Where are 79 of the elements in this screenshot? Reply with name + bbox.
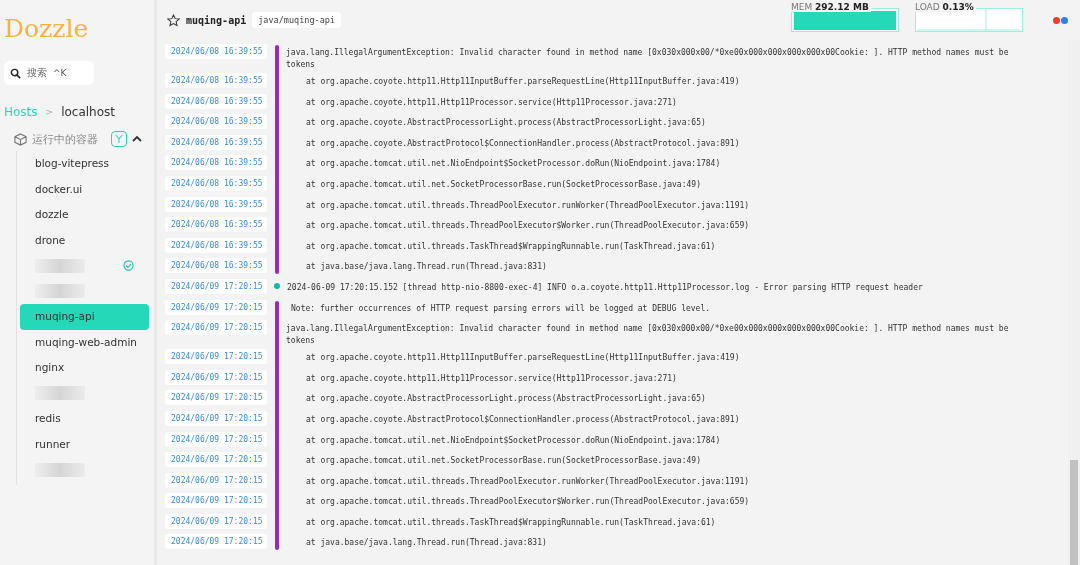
search-placeholder: 搜索 xyxy=(27,66,47,80)
log-line: at org.apache.tomcat.util.net.NioEndpoint$SocketProcessor.doRun(NioEndpoint.java:1784) xyxy=(305,434,722,447)
log-timestamp: 2024/06/08 16:39:55 xyxy=(165,44,267,59)
container-item[interactable]: muqing-web-admin xyxy=(20,329,154,355)
log-line: Note: further occurrences of HTTP request parsing errors will be logged at DEBUG level. xyxy=(290,302,712,315)
blurred-block xyxy=(35,462,85,477)
log-line: at java.base/java.lang.Thread.run(Thread.java:831) xyxy=(305,261,548,274)
box-icon xyxy=(14,132,27,146)
log-line: at org.apache.tomcat.util.threads.ThreadPoolExecutor.runWorker(ThreadPoolExecutor.java:1191) xyxy=(305,475,751,488)
log-timestamp: 2024/06/09 17:20:15 xyxy=(165,369,267,385)
log-timestamp: 2024/06/09 17:20:15 xyxy=(165,513,267,529)
breadcrumb-separator: > xyxy=(45,107,54,117)
log-line: at org.apache.coyote.http11.Http11Processor.service(Http11Processor.java:271) xyxy=(305,96,678,109)
section-title: 运行中的容器 xyxy=(32,131,98,147)
log-line: at org.apache.coyote.http11.Http11InputBuffer.parseRequestLine(Http11InputBuffer.java:419) xyxy=(305,352,741,365)
log-timestamp: 2024/06/08 16:39:55 xyxy=(165,196,267,212)
log-timestamp: 2024/06/08 16:39:55 xyxy=(165,258,267,274)
container-item[interactable]: redis xyxy=(20,406,154,432)
search-icon xyxy=(10,67,21,79)
log-timestamp: 2024/06/09 17:20:15 xyxy=(165,320,267,336)
image-tag: java/muqing-api xyxy=(252,12,341,28)
log-timestamp: 2024/06/09 17:20:15 xyxy=(165,493,267,509)
log-line: java.lang.IllegalArgumentException: Invalid character found in method name [0x030x000x00/*0xe00x000x000x000x000x00Cookie: ]. HTTP method names must be tokens xyxy=(286,323,1010,348)
shortcut-hint: ^K xyxy=(53,68,67,78)
log-timestamp: 2024/06/09 17:20:15 xyxy=(165,452,267,468)
log-timestamp: 2024/06/08 16:39:55 xyxy=(165,155,267,171)
log-line: at org.apache.coyote.AbstractProcessorLight.process(AbstractProcessorLight.java:65) xyxy=(305,393,707,406)
log-timestamp: 2024/06/09 17:20:15 xyxy=(165,390,267,406)
container-item[interactable]: docker.ui xyxy=(20,176,154,202)
log-timestamp: 2024/06/09 17:20:15 xyxy=(165,472,267,488)
log-timestamp: 2024/06/09 17:20:15 xyxy=(165,534,267,550)
log-line: at org.apache.tomcat.util.net.SocketProcessorBase.run(SocketProcessorBase.java:49) xyxy=(305,455,702,468)
load-label: LOAD 0.13% xyxy=(915,2,976,12)
log-line: at org.apache.tomcat.util.threads.TaskThread$WrappingRunnable.run(TaskThread.java:61) xyxy=(305,240,717,253)
log-timestamp: 2024/06/08 16:39:55 xyxy=(165,134,267,150)
log-line: at org.apache.coyote.http11.Http11InputBuffer.parseRequestLine(Http11InputBuffer.java:419) xyxy=(305,76,741,88)
log-timestamp: 2024/06/09 17:20:15 xyxy=(165,278,267,294)
log-timestamp: 2024/06/08 16:39:55 xyxy=(165,73,267,88)
blurred-block xyxy=(35,284,85,299)
host-name: localhost xyxy=(61,105,115,119)
log-line: at org.apache.tomcat.util.threads.TaskThread$WrappingRunnable.run(TaskThread.java:61) xyxy=(305,516,717,529)
log-timestamp: 2024/06/09 17:20:15 xyxy=(165,410,267,426)
container-item[interactable]: drone xyxy=(20,227,154,253)
search-field[interactable]: 搜索 ^K xyxy=(4,61,94,85)
log-line: at org.apache.tomcat.util.threads.ThreadPoolExecutor$Worker.run(ThreadPoolExecutor.java:659) xyxy=(305,220,751,233)
log-line: at org.apache.tomcat.util.net.SocketProcessorBase.run(SocketProcessorBase.java:49) xyxy=(305,178,702,191)
log-line: at org.apache.tomcat.util.net.NioEndpoint$SocketProcessor.doRun(NioEndpoint.java:1784) xyxy=(305,158,722,171)
info-dot xyxy=(274,282,280,289)
log-line: java.lang.IllegalArgumentException: Invalid character found in method name [0x030x000x00/*0xe00x000x000x000x000x00Cookie: ]. HTTP method names must be tokens xyxy=(286,47,1010,71)
log-timestamp: 2024/06/08 16:39:55 xyxy=(165,175,267,191)
container-item[interactable]: blog-vitepress xyxy=(20,151,154,177)
container-name: muqing-api xyxy=(186,14,247,26)
app-logo: Dozzle xyxy=(4,14,89,43)
blurred-block xyxy=(35,386,85,401)
log-line: at org.apache.coyote.AbstractProtocol$ConnectionHandler.process(AbstractProtocol.java:891) xyxy=(305,413,741,426)
log-line: at org.apache.coyote.http11.Http11Processor.service(Http11Processor.java:271) xyxy=(305,372,678,385)
log-timestamp: 2024/06/09 17:20:15 xyxy=(165,349,267,365)
log-timestamp: 2024/06/08 16:39:55 xyxy=(165,217,267,233)
log-timestamp: 2024/06/08 16:39:55 xyxy=(165,93,267,109)
container-item[interactable]: runner xyxy=(20,431,154,457)
caret-icon[interactable] xyxy=(132,135,142,143)
log-line: at org.apache.tomcat.util.threads.ThreadPoolExecutor$Worker.run(ThreadPoolExecutor.java:659) xyxy=(305,496,751,509)
log-line: at java.base/java.lang.Thread.run(Thread.java:831) xyxy=(305,537,548,550)
log-timestamp: 2024/06/08 16:39:55 xyxy=(165,114,267,130)
blurred-block xyxy=(35,258,85,273)
log-line: at org.apache.coyote.AbstractProcessorLight.process(AbstractProcessorLight.java:65) xyxy=(305,117,707,130)
log-timestamp: 2024/06/08 16:39:55 xyxy=(165,237,267,253)
log-line: at org.apache.coyote.AbstractProtocol$ConnectionHandler.process(AbstractProtocol.java:891) xyxy=(305,137,741,150)
log-line: 2024-06-09 17:20:15.152 [thread http-nio-8800-exec-4] INFO o.a.coyote.http11.Http11Processor.log - Error parsing HTTP request header xyxy=(287,281,924,294)
log-timestamp: 2024/06/09 17:20:15 xyxy=(165,431,267,447)
filter-icon xyxy=(115,134,123,144)
scrollbar-thumb[interactable] xyxy=(1070,460,1078,565)
container-item[interactable]: muqing-api xyxy=(20,304,149,330)
log-timestamp: 2024/06/09 17:20:15 xyxy=(165,299,267,315)
container-item[interactable]: nginx xyxy=(20,355,154,381)
star-icon[interactable] xyxy=(167,13,180,27)
log-line: at org.apache.tomcat.util.threads.ThreadPoolExecutor.runWorker(ThreadPoolExecutor.java:1191) xyxy=(305,199,751,212)
mem-label: MEM 292.12 MB xyxy=(791,2,871,12)
container-item[interactable]: dozzle xyxy=(20,202,154,228)
